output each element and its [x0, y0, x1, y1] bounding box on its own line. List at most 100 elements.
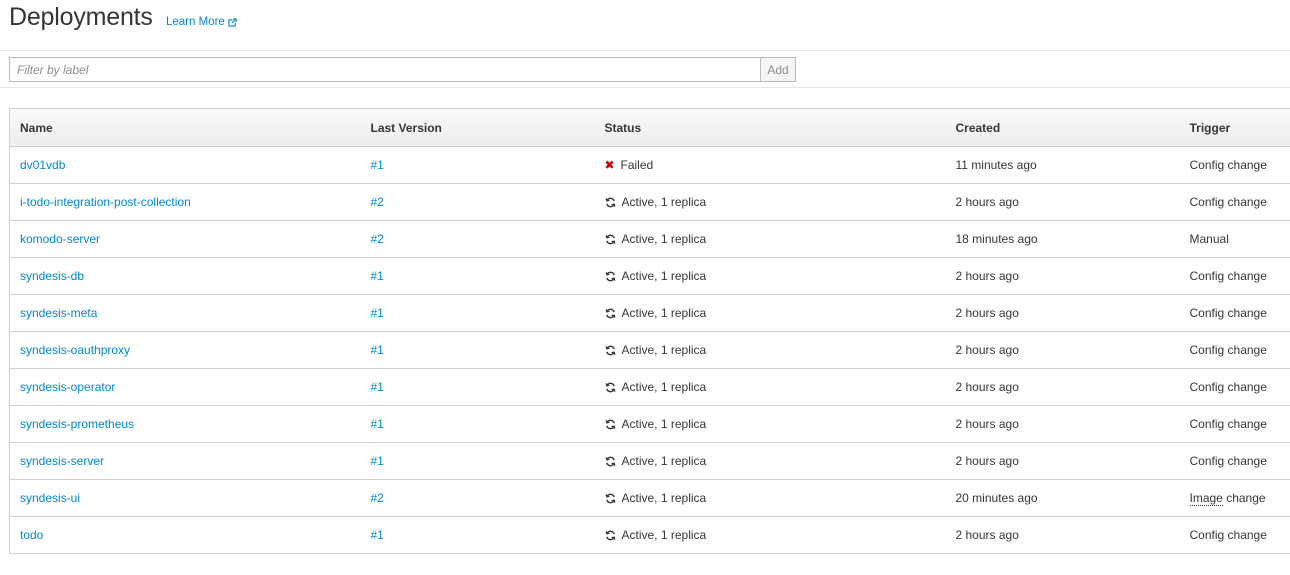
version-link[interactable]: #1 [371, 380, 384, 394]
status-indicator: Active, 1 replica [604, 491, 946, 505]
trigger-suffix: change [1224, 195, 1267, 209]
trigger-type: Config [1189, 380, 1225, 394]
deployment-name-link[interactable]: syndesis-operator [20, 380, 115, 394]
column-header-last-version[interactable]: Last Version [360, 108, 595, 147]
deployment-name-link[interactable]: syndesis-meta [20, 306, 97, 320]
table-row: todo #1 Active, 1 replica 2 hours ago Config… [9, 516, 1290, 554]
cell-trigger: Image change [1179, 479, 1290, 517]
cell-created: 20 minutes ago [945, 479, 1180, 517]
sync-icon [604, 456, 616, 467]
trigger-suffix: change [1224, 269, 1267, 283]
cell-trigger: Manual [1179, 220, 1290, 258]
status-indicator: Active, 1 replica [604, 380, 946, 394]
cell-created: 11 minutes ago [945, 146, 1180, 184]
sync-icon [604, 530, 616, 541]
deployment-name-link[interactable]: syndesis-oauthproxy [20, 343, 130, 357]
status-text: Active, 1 replica [621, 491, 707, 505]
status-indicator: Active, 1 replica [604, 454, 946, 468]
cell-created: 2 hours ago [945, 331, 1180, 369]
table-row: syndesis-operator #1 Active, 1 replica 2 ho… [9, 368, 1290, 406]
status-text: Active, 1 replica [621, 343, 707, 357]
version-link[interactable]: #1 [371, 158, 384, 172]
deployment-name-link[interactable]: komodo-server [20, 232, 100, 246]
column-header-created[interactable]: Created [945, 108, 1180, 147]
cell-name: i-todo-integration-post-collection [9, 183, 361, 221]
cell-created: 2 hours ago [945, 183, 1180, 221]
version-link[interactable]: #1 [371, 454, 384, 468]
trigger-type: Config [1189, 454, 1225, 468]
table-row: syndesis-ui #2 Active, 1 replica 20 minutes… [9, 479, 1290, 517]
cell-last-version: #1 [360, 331, 595, 369]
page-title: Deployments [9, 3, 153, 31]
cell-status: Active, 1 replica [594, 257, 946, 295]
trigger-suffix: change [1224, 454, 1267, 468]
page-header: Deployments Learn More [0, 0, 1290, 51]
learn-more-link[interactable]: Learn More [166, 16, 237, 28]
trigger-suffix: change [1224, 343, 1267, 357]
cell-created: 2 hours ago [945, 257, 1180, 295]
trigger-type: Config [1189, 195, 1225, 209]
deployment-name-link[interactable]: syndesis-ui [20, 491, 80, 505]
filter-by-label-input[interactable] [9, 57, 761, 82]
sync-icon [604, 197, 616, 208]
version-link[interactable]: #1 [371, 343, 384, 357]
sync-icon [604, 493, 616, 504]
version-link[interactable]: #2 [371, 232, 384, 246]
cell-last-version: #1 [360, 405, 595, 443]
cell-last-version: #2 [360, 183, 595, 221]
cell-last-version: #1 [360, 294, 595, 332]
cell-last-version: #1 [360, 146, 595, 184]
filter-bar: Add [0, 51, 1290, 88]
deployment-name-link[interactable]: syndesis-db [20, 269, 84, 283]
column-header-status[interactable]: Status [594, 108, 946, 147]
cell-trigger: Config change [1179, 405, 1290, 443]
cell-last-version: #1 [360, 442, 595, 480]
deployment-name-link[interactable]: syndesis-server [20, 454, 104, 468]
column-header-trigger[interactable]: Trigger [1179, 108, 1290, 147]
deployment-name-link[interactable]: dv01vdb [20, 158, 65, 172]
status-text: Active, 1 replica [621, 195, 707, 209]
version-link[interactable]: #1 [371, 528, 384, 542]
version-link[interactable]: #2 [371, 195, 384, 209]
external-link-icon [228, 17, 237, 27]
status-text: Active, 1 replica [621, 232, 707, 246]
status-text: Active, 1 replica [621, 417, 707, 431]
cell-created: 2 hours ago [945, 405, 1180, 443]
cell-name: komodo-server [9, 220, 361, 258]
trigger-type: Manual [1189, 232, 1229, 246]
status-indicator: Active, 1 replica [604, 343, 946, 357]
deployment-name-link[interactable]: i-todo-integration-post-collection [20, 195, 191, 209]
cell-status: Active, 1 replica [594, 442, 946, 480]
trigger-type: Config [1189, 528, 1225, 542]
cell-name: syndesis-prometheus [9, 405, 361, 443]
cell-last-version: #2 [360, 220, 595, 258]
cell-trigger: Config change [1179, 146, 1290, 184]
status-indicator: ✖ Failed [605, 158, 946, 172]
trigger-type: Config [1189, 343, 1225, 357]
deployment-name-link[interactable]: syndesis-prometheus [20, 417, 134, 431]
add-filter-button[interactable]: Add [760, 57, 796, 82]
status-text: Active, 1 replica [621, 306, 707, 320]
deployment-name-link[interactable]: todo [20, 528, 43, 542]
version-link[interactable]: #1 [371, 306, 384, 320]
status-text: Failed [620, 158, 654, 172]
status-indicator: Active, 1 replica [604, 528, 946, 542]
table-row: dv01vdb #1 ✖ Failed 11 minutes ago Config cha… [9, 146, 1290, 184]
sync-icon [604, 419, 616, 430]
cell-last-version: #1 [360, 257, 595, 295]
trigger-type: Config [1189, 269, 1225, 283]
version-link[interactable]: #1 [371, 269, 384, 283]
trigger-suffix: change [1224, 306, 1267, 320]
cell-name: syndesis-ui [9, 479, 361, 517]
learn-more-label: Learn More [166, 16, 225, 28]
cell-name: syndesis-operator [9, 368, 361, 406]
cell-status: Active, 1 replica [594, 294, 946, 332]
cell-status: Active, 1 replica [594, 220, 946, 258]
deployments-table: Name Last Version Status Created Trigger… [9, 108, 1290, 554]
version-link[interactable]: #1 [371, 417, 384, 431]
cell-status: Active, 1 replica [594, 331, 946, 369]
version-link[interactable]: #2 [371, 491, 384, 505]
table-header-row: Name Last Version Status Created Trigger [9, 108, 1290, 147]
cell-status: Active, 1 replica [594, 479, 946, 517]
column-header-name[interactable]: Name [9, 108, 361, 147]
